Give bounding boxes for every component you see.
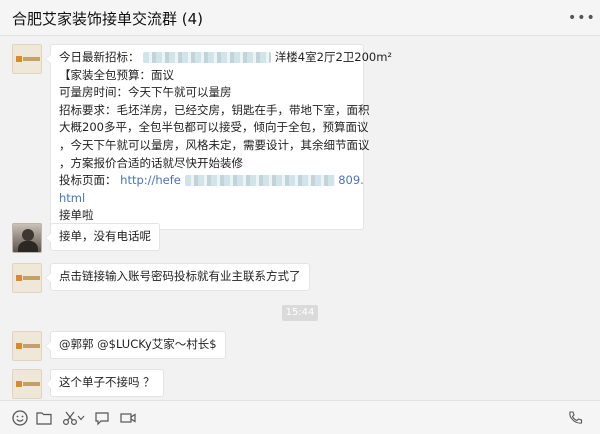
group-title: 合肥艾家装饰接单交流群 (4) xyxy=(12,10,204,28)
message-bubble[interactable]: 接单，没有电话呢 xyxy=(45,223,160,251)
folder-icon[interactable] xyxy=(34,408,54,428)
avatar[interactable] xyxy=(12,44,42,74)
message-text: 接单，没有电话呢 xyxy=(59,229,151,243)
message-bubble[interactable]: 点击链接输入账号密码投标就有业主联系方式了 xyxy=(45,263,310,291)
avatar[interactable] xyxy=(12,223,42,253)
video-icon[interactable] xyxy=(118,408,138,428)
message-line: 招标要求：毛坯洋房，已经交房，钥匙在手，带地下室，面积 xyxy=(59,102,370,117)
message-line: 【家装全包预算：面议 xyxy=(59,67,174,82)
message-line: 可量房时间：今天下午就可以量房 xyxy=(59,85,232,100)
message-text: @郭郭 @$LUCKy艾家～村长$ xyxy=(59,337,217,351)
message-line: ，方案报价合适的话就尽快开始装修 xyxy=(59,155,243,170)
avatar[interactable] xyxy=(12,369,42,399)
message-bubble[interactable]: 这个单子不接吗 ？ xyxy=(45,369,164,397)
message-line: ，今天下午就可以量房，风格未定，需要设计，其余细节面议 xyxy=(59,137,370,152)
redacted-link xyxy=(184,175,335,187)
message-text: 这个单子不接吗 ？ xyxy=(59,375,155,389)
emoji-icon[interactable] xyxy=(10,408,30,428)
phone-icon[interactable] xyxy=(566,408,586,428)
message-line: 洋楼4室2厅2卫200m² xyxy=(274,50,393,64)
link-continuation[interactable]: html xyxy=(59,190,355,208)
avatar[interactable] xyxy=(12,331,42,361)
company-logo-icon xyxy=(16,275,40,281)
message-bubble[interactable]: 今日最新招标： 洋楼4室2厅2卫200m² 【家装全包预算：面议 可量房时间：今… xyxy=(45,44,392,230)
timestamp-badge: 15:44 xyxy=(282,305,318,321)
chat-bubble-icon[interactable] xyxy=(92,408,112,428)
chat-area[interactable]: 今日最新招标： 洋楼4室2厅2卫200m² 【家装全包预算：面议 可量房时间：今… xyxy=(0,36,600,400)
avatar[interactable] xyxy=(12,263,42,293)
message-text: 点击链接输入账号密码投标就有业主联系方式了 xyxy=(59,269,301,283)
more-dots-icon[interactable]: ••• xyxy=(568,10,595,26)
company-logo-icon xyxy=(16,343,40,349)
chevron-down-icon[interactable] xyxy=(76,408,86,428)
link-end[interactable]: 809. xyxy=(338,173,364,187)
message-bubble[interactable]: @郭郭 @$LUCKy艾家～村长$ xyxy=(45,331,226,359)
message-line: 今日最新招标： xyxy=(59,50,140,64)
redacted-text xyxy=(143,52,272,63)
chat-title-bar: 合肥艾家装饰接单交流群 (4) ••• xyxy=(0,0,600,36)
link-prefix-label: 投标页面： xyxy=(59,173,117,188)
company-logo-icon xyxy=(16,56,40,62)
message-line: 大概200多平，全包半包都可以接受，倾向于全包，预算面议 xyxy=(59,120,369,135)
link-start[interactable]: http://hefe xyxy=(120,173,181,187)
company-logo-icon xyxy=(16,381,40,387)
input-toolbar xyxy=(0,400,600,434)
